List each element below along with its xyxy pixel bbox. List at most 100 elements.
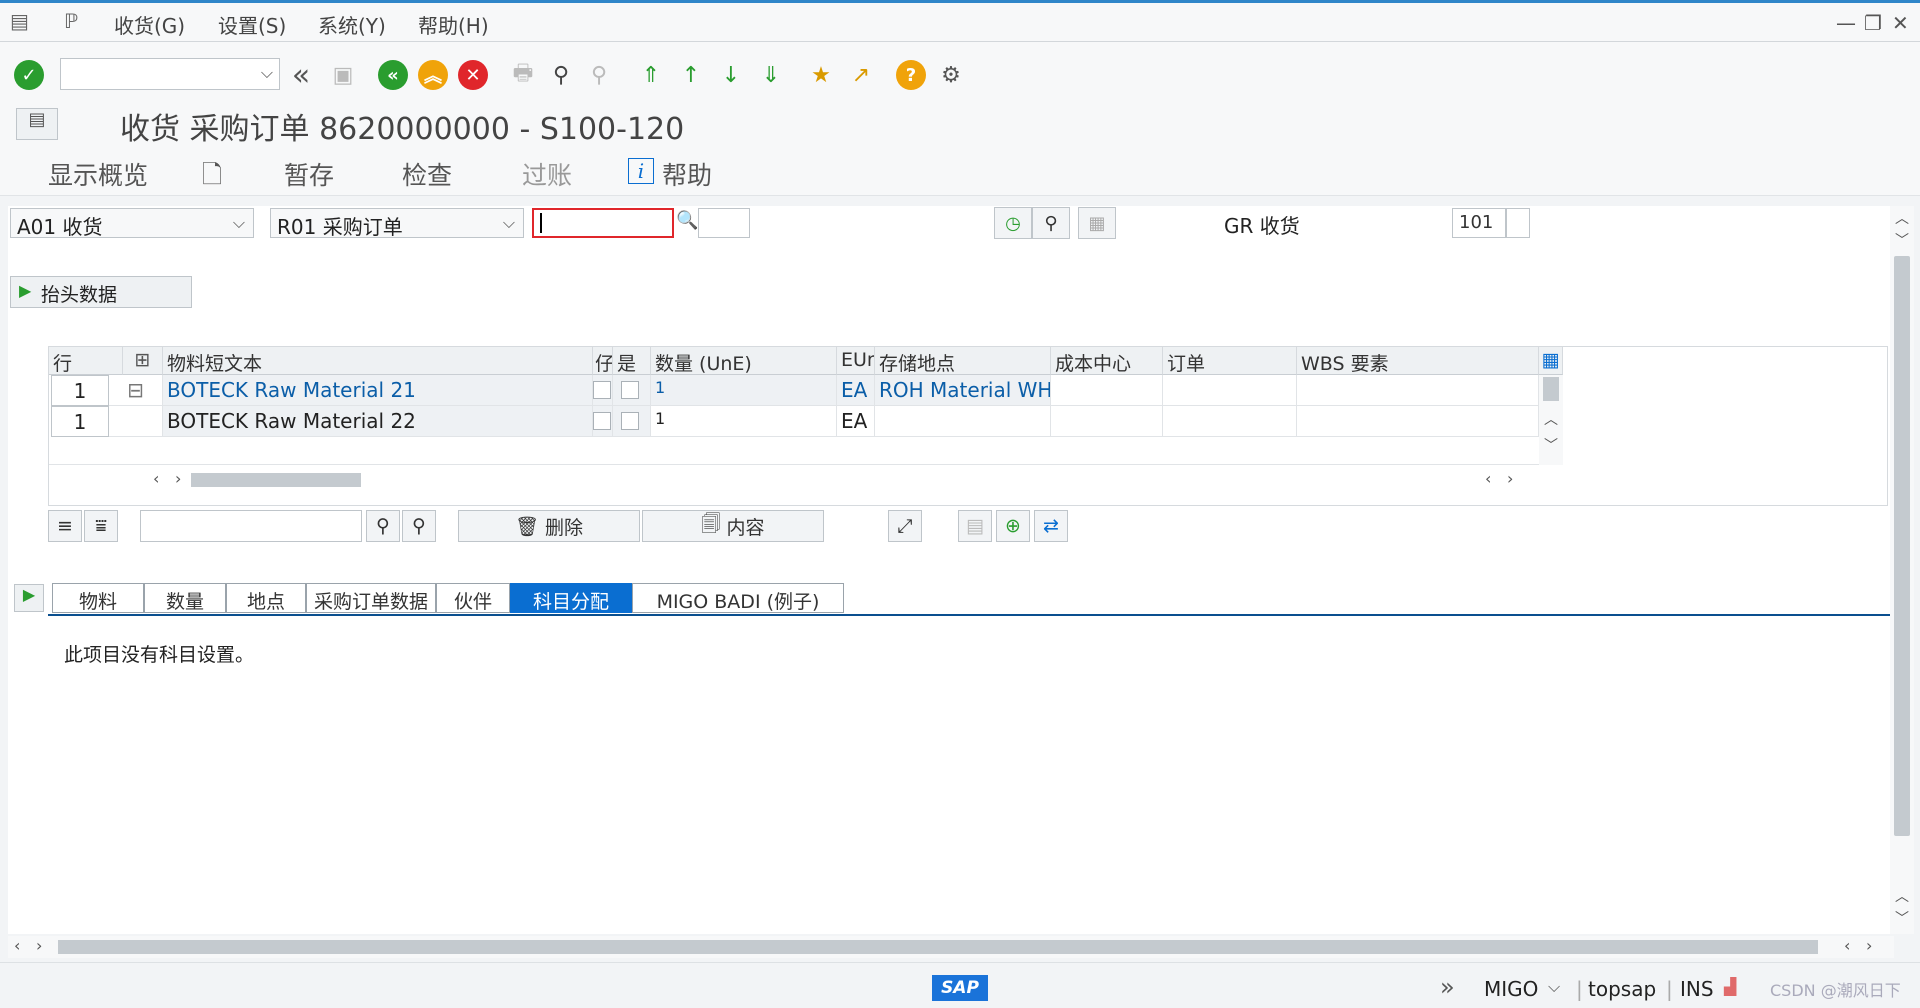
chevron-down-icon[interactable]: ﹀ — [1895, 230, 1909, 250]
yes-checkbox[interactable] — [613, 406, 651, 437]
detail-icon[interactable]: ⊟ — [109, 375, 163, 406]
transfer-icon[interactable]: ⇄ — [1034, 510, 1068, 542]
table-row[interactable]: 1 ⊟ BOTECK Raw Material 21 1 EA ROH Mate… — [49, 375, 1539, 406]
gear-icon[interactable]: ⚙ — [936, 60, 966, 90]
find-icon[interactable]: ⚲ — [1032, 207, 1070, 239]
chevron-right-icon[interactable]: › — [1507, 469, 1513, 488]
unit-cell[interactable]: EA — [837, 375, 875, 406]
cost-center-cell[interactable] — [1051, 406, 1163, 437]
tab-material[interactable]: 物料 — [52, 583, 144, 613]
chevron-right-icon[interactable]: › — [175, 469, 181, 488]
double-chevron-right-icon[interactable]: » — [1440, 973, 1455, 1001]
action-select[interactable]: A01 收货 ⌵ — [10, 208, 254, 239]
movement-type-field[interactable]: 101 — [1452, 208, 1506, 238]
chevron-down-icon[interactable]: ﹀ — [1544, 435, 1558, 455]
chevron-down-icon[interactable]: ﹀ — [1895, 908, 1909, 928]
checkbox[interactable] — [621, 381, 639, 399]
chevron-up-icon[interactable]: ︿ — [1544, 409, 1558, 429]
chevron-up-icon[interactable]: ︿ — [1895, 208, 1909, 228]
first-page-icon[interactable]: ⇑ — [636, 60, 666, 90]
chevron-right-icon[interactable]: › — [1866, 936, 1872, 955]
column-layout-icon[interactable]: ▦ — [1539, 347, 1563, 375]
chevron-left-icon[interactable]: ‹ — [1485, 469, 1491, 488]
fullscreen-icon[interactable]: ⤢ — [888, 510, 922, 542]
scroll-thumb[interactable] — [58, 940, 1818, 954]
add-item-icon[interactable]: ⊕ — [996, 510, 1030, 542]
copy-item-icon[interactable]: ▤ — [958, 510, 992, 542]
checkbox[interactable] — [593, 412, 611, 430]
scroll-thumb[interactable] — [191, 473, 361, 487]
minimize-icon[interactable]: — — [1836, 11, 1856, 35]
help-icon[interactable]: ? — [896, 60, 926, 90]
insert-mode[interactable]: INS — [1680, 977, 1714, 1001]
double-chevron-left-icon[interactable]: « — [286, 58, 316, 93]
column-header-yes[interactable]: 是 — [613, 347, 651, 375]
checkbox[interactable] — [621, 412, 639, 430]
next-page-icon[interactable]: ↓ — [716, 60, 746, 90]
item-ok-checkbox[interactable] — [593, 375, 613, 406]
transaction-code[interactable]: MIGO — [1484, 977, 1538, 1001]
line-number[interactable]: 1 — [51, 375, 109, 406]
line-number[interactable]: 1 — [51, 406, 109, 437]
material-text[interactable]: BOTECK Raw Material 22 — [163, 406, 593, 437]
find-icon[interactable]: ⚲ — [366, 510, 400, 542]
tab-quantity[interactable]: 数量 — [144, 583, 226, 613]
wbs-cell[interactable] — [1297, 375, 1539, 406]
customize-icon[interactable]: ℙ — [64, 9, 78, 33]
column-header-item-ok[interactable]: 仔 — [593, 347, 613, 375]
chevron-right-icon[interactable]: › — [36, 936, 42, 955]
info-icon[interactable]: i — [628, 158, 654, 184]
grid-hscroll[interactable]: ‹ › ‹ › — [149, 469, 1549, 491]
material-text[interactable]: BOTECK Raw Material 21 — [163, 375, 593, 406]
tab-po-data[interactable]: 采购订单数据 — [306, 583, 436, 613]
tab-migo-badi[interactable]: MIGO BADI (例子) — [632, 583, 844, 613]
chevron-left-icon[interactable]: ‹ — [1844, 936, 1850, 955]
find-next-icon[interactable]: ⚲ — [584, 60, 614, 90]
grid-vscroll[interactable]: ︿ ﹀ — [1539, 375, 1563, 465]
value-help-icon[interactable]: 🔍 — [676, 210, 698, 231]
enter-icon[interactable]: ✓ — [14, 60, 44, 90]
movement-type-indicator[interactable] — [1506, 208, 1530, 238]
grid-search-input[interactable] — [140, 510, 362, 542]
chevron-down-icon[interactable]: ⌵ — [1548, 977, 1560, 997]
storage-location-cell[interactable]: ROH Material WH — [875, 375, 1051, 406]
reference-select[interactable]: R01 采购订单 ⌵ — [270, 208, 524, 239]
column-header-text[interactable]: 物料短文本 — [163, 347, 593, 375]
new-session-icon[interactable]: ★ — [806, 60, 836, 90]
tab-partner[interactable]: 伙伴 — [436, 583, 510, 613]
column-header-quantity[interactable]: 数量 (UnE) — [651, 347, 837, 375]
menu-help[interactable]: 帮助(H) — [418, 10, 489, 39]
show-overview-button[interactable]: 显示概览 — [48, 156, 148, 192]
tab-where[interactable]: 地点 — [226, 583, 306, 613]
cost-center-cell[interactable] — [1051, 375, 1163, 406]
menu-system[interactable]: 系统(Y) — [318, 10, 386, 39]
column-header-cost-center[interactable]: 成本中心 — [1051, 347, 1163, 375]
quantity-cell[interactable]: 1 — [651, 406, 837, 437]
quantity-cell[interactable]: 1 — [651, 375, 837, 406]
last-page-icon[interactable]: ⇓ — [756, 60, 786, 90]
scroll-thumb[interactable] — [1894, 256, 1910, 836]
column-header-storage-location[interactable]: 存储地点 — [875, 347, 1051, 375]
calculator-icon[interactable]: ▦ — [1078, 207, 1116, 239]
filter-icon[interactable]: ⩸ — [84, 510, 118, 542]
item-ok-checkbox[interactable] — [593, 406, 613, 437]
chevron-up-icon[interactable]: ︿ — [1895, 886, 1909, 906]
post-button[interactable]: 过账 — [522, 156, 572, 192]
detail-collapse-icon[interactable]: ▶ — [14, 584, 44, 612]
print-icon[interactable]: 🖶 — [508, 60, 538, 90]
execute-icon[interactable]: ◷ — [994, 207, 1032, 239]
shortcut-icon[interactable]: ↗ — [846, 60, 876, 90]
detail-cell[interactable] — [109, 406, 163, 437]
restore-icon[interactable]: ❐ — [1864, 11, 1882, 35]
main-hscroll[interactable]: ‹ › ‹ › — [8, 936, 1894, 958]
unit-cell[interactable]: EA — [837, 406, 875, 437]
select-all-icon[interactable]: ≡ — [48, 510, 82, 542]
find-icon[interactable]: ⚲ — [546, 60, 576, 90]
find-next-icon[interactable]: ⚲ — [402, 510, 436, 542]
cancel-icon[interactable]: ✕ — [458, 60, 488, 90]
previous-page-icon[interactable]: ↑ — [676, 60, 706, 90]
column-header-line[interactable]: 行 — [49, 347, 123, 375]
column-header-wbs[interactable]: WBS 要素 — [1297, 347, 1539, 375]
table-row[interactable]: 1 BOTECK Raw Material 22 1 EA — [49, 406, 1539, 437]
tree-icon[interactable]: ⊞ — [123, 347, 163, 375]
